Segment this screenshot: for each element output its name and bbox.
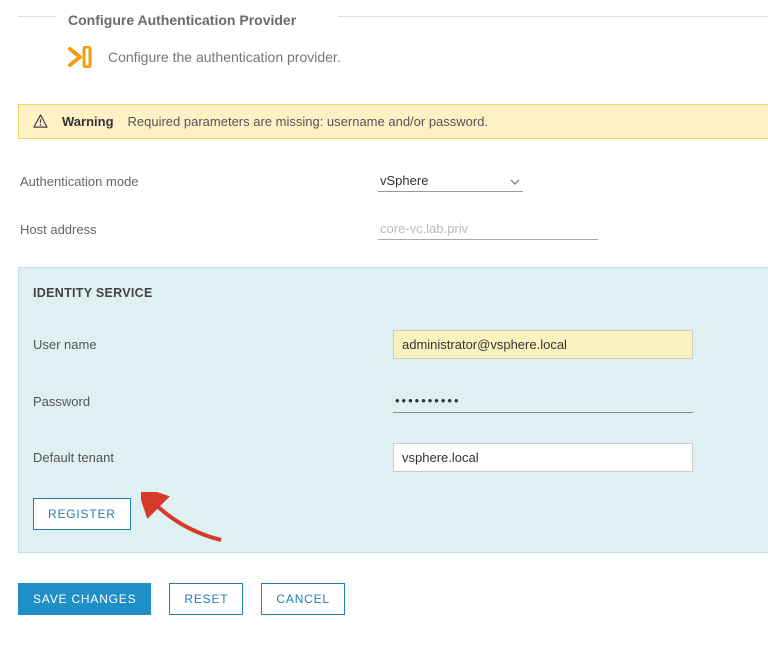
tenant-label: Default tenant [33, 450, 393, 465]
password-input[interactable] [393, 389, 693, 413]
password-label: Password [33, 394, 393, 409]
username-input[interactable] [393, 330, 693, 359]
identity-service-panel: IDENTITY SERVICE User name Password Defa… [18, 267, 768, 553]
warning-icon [33, 114, 48, 129]
cancel-button[interactable]: CANCEL [261, 583, 344, 615]
warning-message: Required parameters are missing: usernam… [128, 114, 489, 129]
chevron-down-icon [510, 175, 520, 185]
host-address-input[interactable] [378, 218, 598, 240]
register-button[interactable]: REGISTER [33, 498, 131, 530]
section-title: Configure Authentication Provider [68, 12, 768, 28]
provider-arrow-icon [68, 46, 94, 68]
identity-panel-title: IDENTITY SERVICE [33, 286, 754, 300]
reset-button[interactable]: RESET [169, 583, 243, 615]
auth-mode-value: vSphere [380, 173, 428, 188]
host-address-label: Host address [18, 222, 378, 237]
warning-banner: Warning Required parameters are missing:… [18, 104, 768, 139]
tenant-input[interactable] [393, 443, 693, 472]
save-button[interactable]: SAVE CHANGES [18, 583, 151, 615]
action-bar: SAVE CHANGES RESET CANCEL [18, 583, 768, 615]
auth-mode-label: Authentication mode [18, 174, 378, 189]
section-header: Configure Authentication Provider Config… [18, 0, 768, 76]
section-subtitle: Configure the authentication provider. [108, 49, 341, 65]
annotation-arrow-icon [141, 492, 231, 546]
auth-mode-select[interactable]: vSphere [378, 170, 523, 192]
username-label: User name [33, 337, 393, 352]
warning-label: Warning [62, 114, 114, 129]
